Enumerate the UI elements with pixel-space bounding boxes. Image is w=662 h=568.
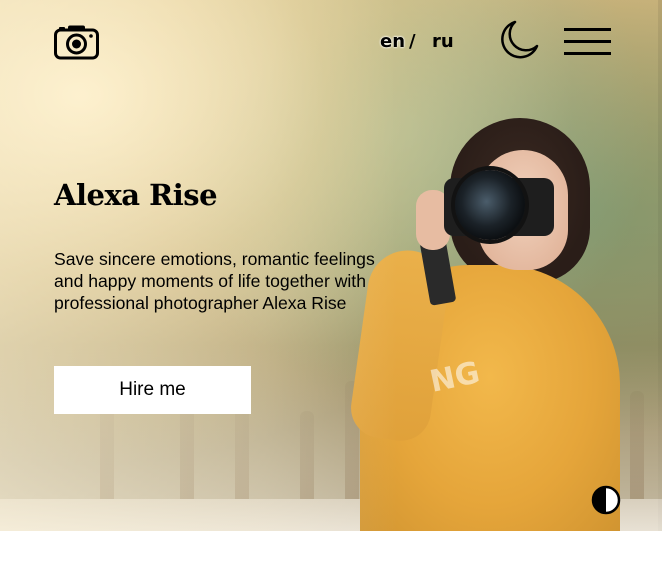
language-ru-link[interactable]: ru [432, 31, 454, 52]
language-en-link[interactable]: en [380, 31, 405, 52]
hamburger-menu-icon[interactable] [564, 28, 611, 56]
description-line: Save sincere emotions, romantic feelings [54, 249, 375, 269]
page-title: Alexa Rise [54, 178, 218, 212]
menu-line [564, 28, 611, 31]
description-line: professional photographer Alexa Rise [54, 293, 347, 313]
next-section [0, 531, 662, 568]
contrast-half-circle-icon[interactable] [591, 485, 621, 515]
camera-icon[interactable] [54, 24, 99, 60]
hire-me-button[interactable]: Hire me [54, 366, 251, 414]
menu-line [564, 40, 611, 43]
menu-line [564, 52, 611, 55]
hero-description: Save sincere emotions, romantic feelings… [54, 248, 414, 314]
language-separator: / [409, 31, 416, 52]
description-line: and happy moments of life together with [54, 271, 366, 291]
page-scrollbar[interactable] [658, 0, 662, 531]
moon-icon[interactable] [497, 18, 541, 62]
